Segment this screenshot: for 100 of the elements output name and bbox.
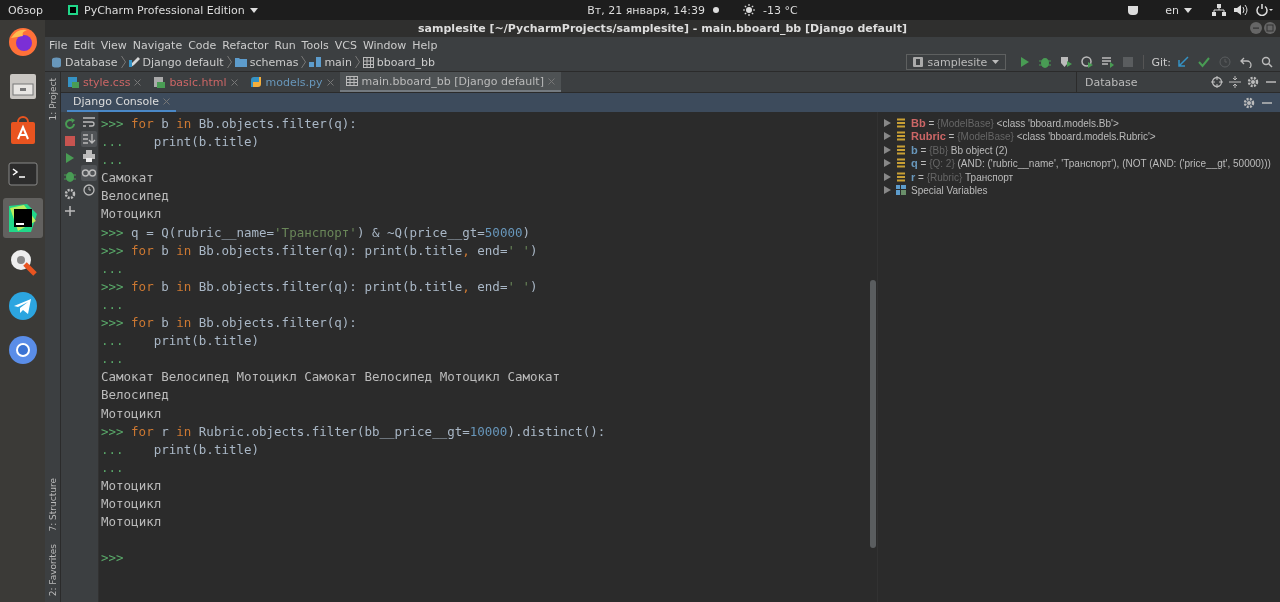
editor-tab[interactable]: main.bboard_bb [Django default] xyxy=(339,72,561,92)
variable-entry[interactable]: b = {Bb} Bb object (2) xyxy=(911,143,1008,156)
close-icon[interactable] xyxy=(326,78,334,86)
chevron-right-icon xyxy=(226,56,232,68)
app-logo-icon xyxy=(6,202,39,234)
variable-entry[interactable]: Rubric = {ModelBase} <class 'bboard.models.Rubric'> xyxy=(911,130,1156,143)
menu-item[interactable]: Window xyxy=(362,38,407,52)
settings-icon[interactable] xyxy=(1243,96,1255,109)
folder-icon xyxy=(234,57,247,67)
variable-entry[interactable]: r = {Rubric} Транспорт xyxy=(911,170,1014,183)
table-icon xyxy=(362,56,374,68)
debug-bug-icon[interactable] xyxy=(64,170,76,182)
close-icon[interactable] xyxy=(230,78,238,86)
run-list-icon[interactable] xyxy=(1102,56,1115,68)
menu-item[interactable]: View xyxy=(100,38,127,52)
settings-icon[interactable] xyxy=(1247,76,1259,88)
breadcrumb-item[interactable]: schemas xyxy=(234,55,299,69)
coverage-shield-icon[interactable] xyxy=(1060,56,1073,68)
tab-label: models.py xyxy=(265,75,323,89)
console-output: Самокат xyxy=(101,170,154,186)
console-output: Велосипед xyxy=(101,387,169,403)
run-configuration-dropdown[interactable]: samplesite xyxy=(905,54,1007,70)
network-icon[interactable] xyxy=(1212,4,1226,16)
glasses-icon[interactable] xyxy=(80,165,97,181)
tool-window-tab[interactable]: 2: Favorites xyxy=(47,537,58,602)
chevron-right-icon xyxy=(301,56,307,68)
breadcrumb-item[interactable]: main xyxy=(309,55,352,69)
breadcrumb-item[interactable]: bboard_bb xyxy=(362,55,436,69)
rerun-icon[interactable] xyxy=(64,118,76,130)
dropdown-caret-icon xyxy=(249,7,258,13)
field-icon xyxy=(896,171,906,182)
field-icon xyxy=(896,158,906,169)
undo-icon[interactable] xyxy=(1240,56,1252,68)
profiler-clock-icon[interactable] xyxy=(1081,56,1094,68)
field-icon xyxy=(896,131,906,142)
keyboard-layout-button[interactable]: en xyxy=(1165,3,1192,17)
browser-icon xyxy=(6,334,39,366)
variable-entry[interactable]: Special Variables xyxy=(911,184,988,196)
collapse-icon[interactable] xyxy=(1229,76,1241,88)
commit-check-icon[interactable] xyxy=(1198,56,1210,68)
console-prompt: ... xyxy=(101,296,124,312)
notification-dot-icon xyxy=(713,7,720,13)
add-icon[interactable] xyxy=(65,206,75,216)
css-file-icon xyxy=(67,76,79,88)
breadcrumb-item[interactable]: Django default xyxy=(128,55,224,69)
chevron-right-icon xyxy=(354,56,360,68)
app-menu[interactable]: PyCharm Professional Edition xyxy=(67,3,258,17)
table-icon xyxy=(345,75,358,87)
maximize-button[interactable] xyxy=(1264,22,1276,34)
update-arrow-icon[interactable] xyxy=(1177,56,1189,68)
volume-icon[interactable] xyxy=(1234,4,1248,16)
project-tool-tab[interactable]: 1: Project xyxy=(47,72,58,127)
console-prompt: ... xyxy=(101,441,124,457)
dock-launcher-item[interactable] xyxy=(2,198,43,238)
menu-item[interactable]: VCS xyxy=(334,38,357,52)
code-line: for r in Rubric.objects.filter(bb__price__gt=10000).distinct(): xyxy=(131,423,606,439)
menu-item[interactable]: Run xyxy=(274,38,296,52)
minimize-button[interactable] xyxy=(1250,22,1262,34)
breadcrumb-item[interactable]: Database xyxy=(51,55,118,69)
code-line: for b in Bb.objects.filter(q): print(b.title, end=' ') xyxy=(131,242,538,258)
menu-item[interactable]: Help xyxy=(412,38,438,52)
menu-item[interactable]: Navigate xyxy=(132,38,183,52)
fox-globe-icon xyxy=(6,26,39,58)
tab-label: main.bboard_bb [Django default] xyxy=(361,74,544,88)
console-prompt: ... xyxy=(101,333,124,349)
menu-item[interactable]: Code xyxy=(188,38,217,52)
menu-item[interactable]: Edit xyxy=(73,38,95,52)
menu-item[interactable]: Tools xyxy=(301,38,329,52)
variable-entry[interactable]: Bb = {ModelBase} <class 'bboard.models.Bb'> xyxy=(911,116,1119,129)
debug-bug-icon[interactable] xyxy=(1039,56,1052,68)
editor-tab[interactable]: models.py xyxy=(243,72,340,92)
scrollbar-thumb[interactable] xyxy=(870,280,876,548)
console-output: Мотоцикл xyxy=(101,206,162,222)
scroll-to-end-icon[interactable] xyxy=(80,131,97,147)
run-icon[interactable] xyxy=(1020,56,1031,68)
activities-button[interactable]: Обзор xyxy=(8,3,43,17)
menu-item[interactable]: Refactor xyxy=(222,38,269,52)
console-prompt: >>> xyxy=(101,116,124,131)
search-icon[interactable] xyxy=(1261,56,1273,68)
field-icon xyxy=(896,117,906,128)
database-icon xyxy=(51,56,62,68)
crosshair-icon[interactable] xyxy=(1211,76,1223,88)
soft-wrap-icon[interactable] xyxy=(82,116,95,128)
window-title: samplesite [~/PycharmProjects/samplesite] - main.bboard_bb [Django default] xyxy=(418,22,907,35)
print-icon[interactable] xyxy=(82,150,95,162)
console-output: Мотоцикл xyxy=(101,514,162,530)
history-clock-icon[interactable] xyxy=(82,184,95,196)
settings-icon[interactable] xyxy=(64,188,76,200)
clock[interactable]: Вт, 21 января, 14:39 xyxy=(587,3,706,17)
close-icon[interactable] xyxy=(134,78,142,86)
console-prompt: >>> xyxy=(101,278,124,294)
run-icon[interactable] xyxy=(65,152,75,164)
console-prompt: ... xyxy=(101,351,124,367)
python-file-icon xyxy=(249,76,262,88)
power-icon[interactable] xyxy=(1256,4,1274,16)
console-prompt: >>> xyxy=(101,224,124,240)
console-output: Велосипед xyxy=(101,188,169,204)
panel-title: Database xyxy=(1085,75,1138,89)
menu-item[interactable]: File xyxy=(49,38,68,52)
tool-window-tab[interactable]: 7: Structure xyxy=(47,472,58,538)
